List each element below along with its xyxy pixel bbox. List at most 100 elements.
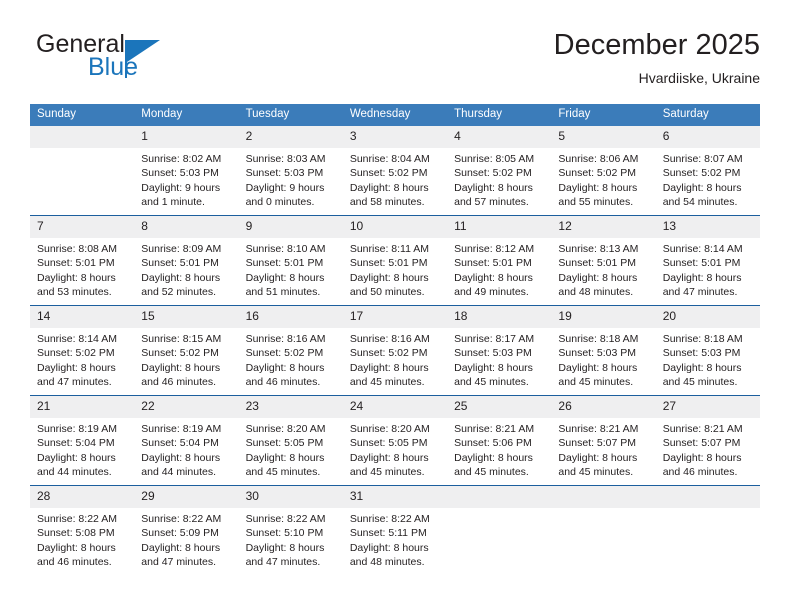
calendar-day-cell[interactable]: 17 Sunrise: 8:16 AM Sunset: 5:02 PM Dayligh… (342, 305, 448, 396)
day-number (655, 486, 760, 508)
day-detail-line: Sunrise: 8:14 AM (37, 333, 117, 345)
day-detail-line: Daylight: 8 hours (245, 541, 325, 554)
day-details: Sunrise: 8:14 AM Sunset: 5:01 PM Daylight:… (656, 238, 760, 300)
calendar-day-cell[interactable]: 25 Sunrise: 8:21 AM Sunset: 5:06 PM Dayligh… (447, 395, 552, 486)
day-detail-line: and 47 minutes. (141, 556, 216, 569)
day-detail-line: Daylight: 8 hours (349, 361, 429, 374)
logo-text-blue: Blue (88, 53, 139, 81)
day-detail-line: Sunrise: 8:18 AM (662, 333, 743, 345)
day-detail-line: Sunrise: 8:05 AM (454, 153, 535, 165)
day-details: Sunrise: 8:10 AM Sunset: 5:01 PM Daylight:… (239, 238, 343, 300)
calendar-day-cell[interactable]: 2 Sunrise: 8:03 AM Sunset: 5:03 PM Daylight… (238, 126, 343, 216)
day-number: 16 (238, 306, 343, 328)
day-detail-line: Sunrise: 8:16 AM (349, 333, 430, 345)
calendar-day-cell[interactable]: 5 Sunrise: 8:06 AM Sunset: 5:02 PM Daylight… (551, 126, 656, 216)
calendar-day-cell[interactable]: 28 Sunrise: 8:22 AM Sunset: 5:08 PM Dayligh… (30, 485, 135, 575)
calendar-day-cell[interactable]: 31 Sunrise: 8:22 AM Sunset: 5:11 PM Dayligh… (342, 485, 448, 575)
day-detail-line: Sunset: 5:07 PM (558, 437, 637, 450)
day-detail-line: Daylight: 9 hours (245, 181, 325, 194)
calendar-day-cell[interactable]: 12 Sunrise: 8:13 AM Sunset: 5:01 PM Dayligh… (551, 215, 656, 306)
day-number (551, 486, 656, 508)
calendar-day-cell-empty (655, 485, 760, 575)
day-detail-line: Sunset: 5:02 PM (662, 167, 741, 180)
day-detail-line: and 47 minutes. (662, 286, 738, 299)
day-detail-line: Sunrise: 8:06 AM (558, 153, 639, 165)
day-detail-line: Sunset: 5:01 PM (37, 257, 115, 270)
calendar-day-cell[interactable]: 8 Sunrise: 8:09 AM Sunset: 5:01 PM Daylight… (134, 215, 239, 306)
calendar-day-cell[interactable]: 1 Sunrise: 8:02 AM Sunset: 5:03 PM Daylight… (134, 126, 239, 216)
day-details: Sunrise: 8:18 AM Sunset: 5:03 PM Daylight:… (656, 328, 760, 390)
general-blue-logo[interactable]: General Blue (30, 28, 250, 90)
calendar-day-cell[interactable]: 7 Sunrise: 8:08 AM Sunset: 5:01 PM Daylight… (30, 215, 135, 306)
day-detail-line: Sunrise: 8:22 AM (37, 513, 117, 525)
day-details: Sunrise: 8:04 AM Sunset: 5:02 PM Daylight:… (343, 148, 447, 210)
day-detail-line: Daylight: 8 hours (558, 271, 638, 284)
calendar-day-cell[interactable]: 14 Sunrise: 8:14 AM Sunset: 5:02 PM Dayligh… (30, 305, 135, 396)
day-detail-line: Sunset: 5:08 PM (37, 527, 115, 540)
day-number: 27 (655, 396, 760, 418)
calendar-day-cell-empty (447, 485, 552, 575)
day-detail-line: and 57 minutes. (454, 196, 529, 209)
day-detail-line: Daylight: 8 hours (349, 451, 429, 464)
calendar-day-cell[interactable]: 30 Sunrise: 8:22 AM Sunset: 5:10 PM Dayligh… (238, 485, 343, 575)
calendar-day-cell[interactable]: 19 Sunrise: 8:18 AM Sunset: 5:03 PM Dayligh… (551, 305, 656, 396)
calendar-day-cell[interactable]: 9 Sunrise: 8:10 AM Sunset: 5:01 PM Daylight… (238, 215, 343, 306)
day-number: 18 (447, 306, 552, 328)
day-detail-line: and 45 minutes. (454, 466, 529, 479)
calendar-day-cell[interactable]: 15 Sunrise: 8:15 AM Sunset: 5:02 PM Dayligh… (134, 305, 239, 396)
day-detail-line: and 46 minutes. (662, 466, 738, 479)
day-detail-line: Sunrise: 8:04 AM (349, 153, 430, 165)
calendar-day-cell[interactable]: 27 Sunrise: 8:21 AM Sunset: 5:07 PM Dayligh… (655, 395, 760, 486)
calendar-day-cell[interactable]: 16 Sunrise: 8:16 AM Sunset: 5:02 PM Dayligh… (238, 305, 343, 396)
calendar-day-cell[interactable]: 26 Sunrise: 8:21 AM Sunset: 5:07 PM Dayligh… (551, 395, 656, 486)
day-detail-line: and 49 minutes. (454, 286, 529, 299)
day-detail-line: Daylight: 8 hours (454, 451, 533, 464)
day-detail-line: Daylight: 8 hours (37, 361, 116, 374)
day-number: 1 (134, 126, 239, 148)
day-number: 19 (551, 306, 656, 328)
day-detail-line: Daylight: 8 hours (662, 271, 742, 284)
day-detail-line: Daylight: 8 hours (245, 361, 325, 374)
calendar-day-cell[interactable]: 13 Sunrise: 8:14 AM Sunset: 5:01 PM Dayligh… (655, 215, 760, 306)
day-detail-line: Sunset: 5:03 PM (662, 347, 741, 360)
day-details: Sunrise: 8:22 AM Sunset: 5:11 PM Daylight:… (343, 508, 447, 570)
day-details: Sunrise: 8:06 AM Sunset: 5:02 PM Daylight:… (551, 148, 655, 210)
calendar-day-cell[interactable]: 21 Sunrise: 8:19 AM Sunset: 5:04 PM Dayligh… (30, 395, 135, 486)
day-detail-line: Sunset: 5:02 PM (37, 347, 115, 360)
calendar-day-cell[interactable]: 6 Sunrise: 8:07 AM Sunset: 5:02 PM Daylight… (655, 126, 760, 216)
day-detail-line: Sunset: 5:05 PM (245, 437, 324, 450)
weekday-header-friday: Friday (551, 104, 656, 126)
calendar-day-cell[interactable]: 24 Sunrise: 8:20 AM Sunset: 5:05 PM Dayligh… (342, 395, 448, 486)
day-detail-line: Sunrise: 8:16 AM (245, 333, 326, 345)
calendar-day-cell[interactable]: 11 Sunrise: 8:12 AM Sunset: 5:01 PM Dayligh… (447, 215, 552, 306)
day-detail-line: Sunrise: 8:15 AM (141, 333, 222, 345)
day-number: 20 (655, 306, 760, 328)
calendar-day-cell[interactable]: 18 Sunrise: 8:17 AM Sunset: 5:03 PM Dayligh… (447, 305, 552, 396)
day-detail-line: and 44 minutes. (37, 466, 112, 479)
calendar-day-cell[interactable]: 22 Sunrise: 8:19 AM Sunset: 5:04 PM Dayligh… (134, 395, 239, 486)
day-detail-line: Daylight: 9 hours (141, 181, 221, 194)
calendar-grid: Sunday Monday Tuesday Wednesday Thursday Frid… (30, 104, 760, 575)
day-number: 7 (30, 216, 135, 238)
calendar-week-row: 28 Sunrise: 8:22 AM Sunset: 5:08 PM Dayligh… (30, 485, 760, 575)
day-number: 4 (447, 126, 552, 148)
page-header: General Blue December 2025 Hvardiiske, U… (30, 28, 760, 94)
calendar-day-cell[interactable]: 29 Sunrise: 8:22 AM Sunset: 5:09 PM Dayligh… (134, 485, 239, 575)
calendar-day-cell[interactable]: 23 Sunrise: 8:20 AM Sunset: 5:05 PM Dayligh… (238, 395, 343, 486)
day-detail-line: Sunrise: 8:20 AM (245, 423, 326, 435)
calendar-day-cell[interactable]: 20 Sunrise: 8:18 AM Sunset: 5:03 PM Dayligh… (655, 305, 760, 396)
day-details: Sunrise: 8:16 AM Sunset: 5:02 PM Daylight:… (239, 328, 343, 390)
day-detail-line: and 45 minutes. (245, 466, 321, 479)
day-detail-line: Sunrise: 8:22 AM (141, 513, 222, 525)
day-detail-line: and 45 minutes. (349, 376, 425, 389)
calendar-day-cell[interactable]: 3 Sunrise: 8:04 AM Sunset: 5:02 PM Daylight… (342, 126, 448, 216)
day-detail-line: Daylight: 8 hours (558, 451, 638, 464)
day-detail-line: Sunset: 5:04 PM (37, 437, 115, 450)
calendar-day-cell[interactable]: 10 Sunrise: 8:11 AM Sunset: 5:01 PM Dayligh… (342, 215, 448, 306)
day-detail-line: and 55 minutes. (558, 196, 634, 209)
calendar-day-cell[interactable]: 4 Sunrise: 8:05 AM Sunset: 5:02 PM Daylight… (447, 126, 552, 216)
day-detail-line: Daylight: 8 hours (454, 181, 533, 194)
day-detail-line: and 1 minute. (141, 196, 205, 209)
day-detail-line: Daylight: 8 hours (37, 451, 116, 464)
weekday-header-thursday: Thursday (447, 104, 552, 126)
